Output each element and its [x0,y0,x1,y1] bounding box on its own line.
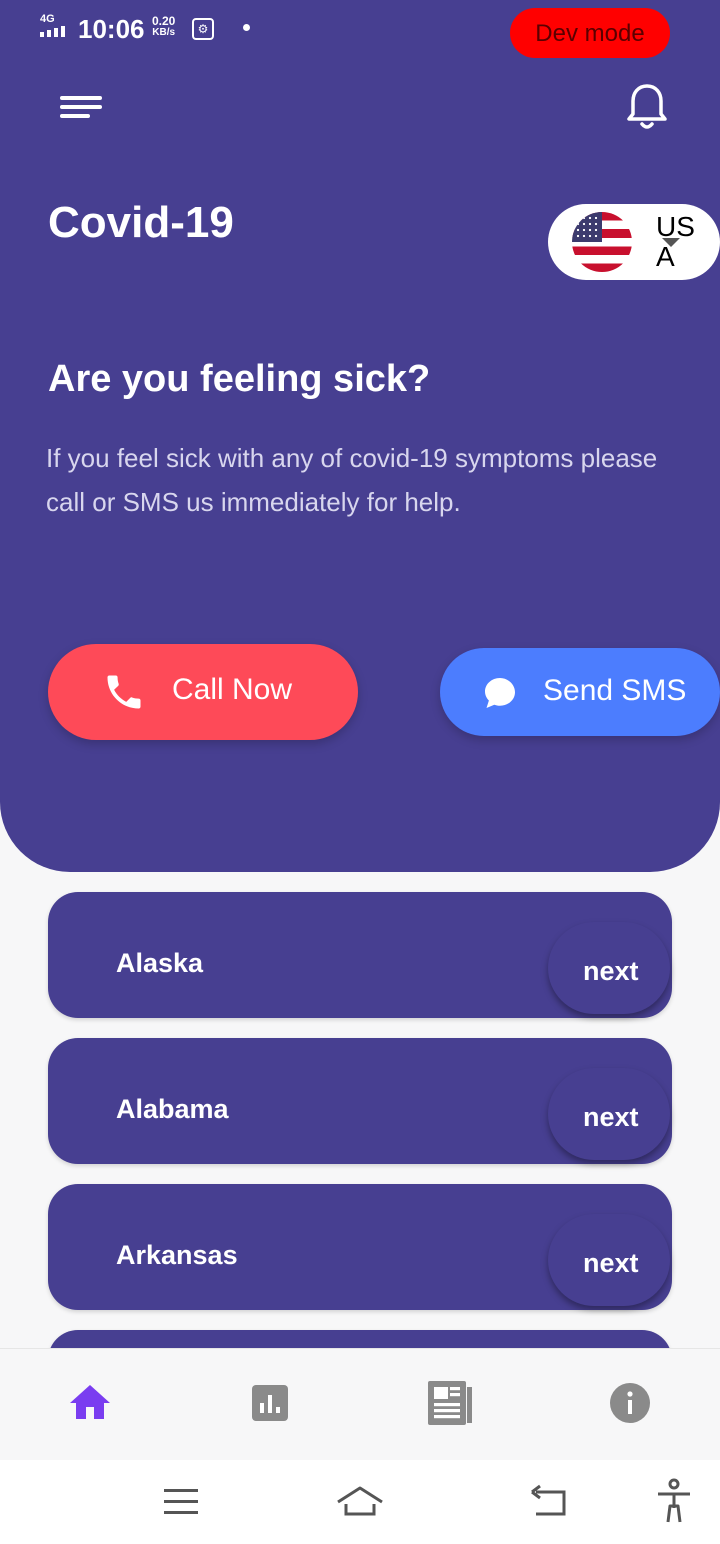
state-list: Alaska next Alabama next Arkansas next [0,872,720,1348]
state-card[interactable] [48,1330,672,1348]
system-nav-bar [0,1460,720,1544]
call-now-label: Call Now [172,673,293,706]
state-card[interactable]: Arkansas next [48,1184,672,1310]
call-now-button[interactable]: Call Now [48,644,358,740]
menu-icon[interactable] [162,1486,200,1518]
state-card[interactable]: Alabama next [48,1038,672,1164]
bottom-nav [0,1348,720,1461]
notification-dot-icon [243,24,250,31]
bell-icon[interactable] [624,82,670,132]
speed-value: 0.20 [152,14,176,28]
chat-bubble-icon [485,678,515,708]
network-type: 4G [40,13,55,25]
description-text: If you feel sick with any of covid-19 sy… [46,443,658,517]
state-name: Alaska [116,948,204,978]
home-icon[interactable] [66,1379,114,1427]
info-icon[interactable] [606,1379,654,1427]
state-name: Arkansas [116,1240,238,1270]
speed-unit: KB/s [152,27,176,38]
question-heading: Are you feeling sick? [48,358,431,400]
header-panel: 4G 10:06 0.20 KB/s ⚙ Dev mode Covid-19 U… [0,0,720,872]
network-speed: 0.20 KB/s [152,15,175,39]
chevron-down-icon [662,238,680,247]
next-button[interactable]: next [548,1214,670,1306]
status-time: 10:06 [78,14,145,44]
accessibility-icon[interactable] [654,1478,694,1526]
phone-icon [107,675,141,709]
send-sms-button[interactable]: Send SMS [440,648,720,736]
back-icon[interactable] [528,1484,570,1520]
bar-chart-icon[interactable] [246,1379,294,1427]
home-outline-icon[interactable] [334,1482,386,1522]
send-sms-label: Send SMS [543,674,687,707]
country-selector[interactable]: USA [548,204,720,280]
page-title: Covid-19 [48,198,234,247]
next-label: next [583,1102,639,1132]
dev-mode-badge: Dev mode [510,8,670,58]
usb-debug-icon: ⚙ [192,18,214,40]
next-button[interactable]: next [548,922,670,1014]
state-card[interactable]: Alaska next [48,892,672,1018]
next-label: next [583,1248,639,1278]
status-bar: 4G 10:06 0.20 KB/s ⚙ Dev mode [0,0,720,60]
next-label: next [583,956,639,986]
us-flag-icon [572,212,632,272]
signal-icon [40,26,65,37]
menu-icon[interactable] [60,92,106,122]
next-button[interactable]: next [548,1068,670,1160]
newspaper-icon[interactable] [426,1379,474,1427]
state-name: Alabama [116,1094,229,1124]
